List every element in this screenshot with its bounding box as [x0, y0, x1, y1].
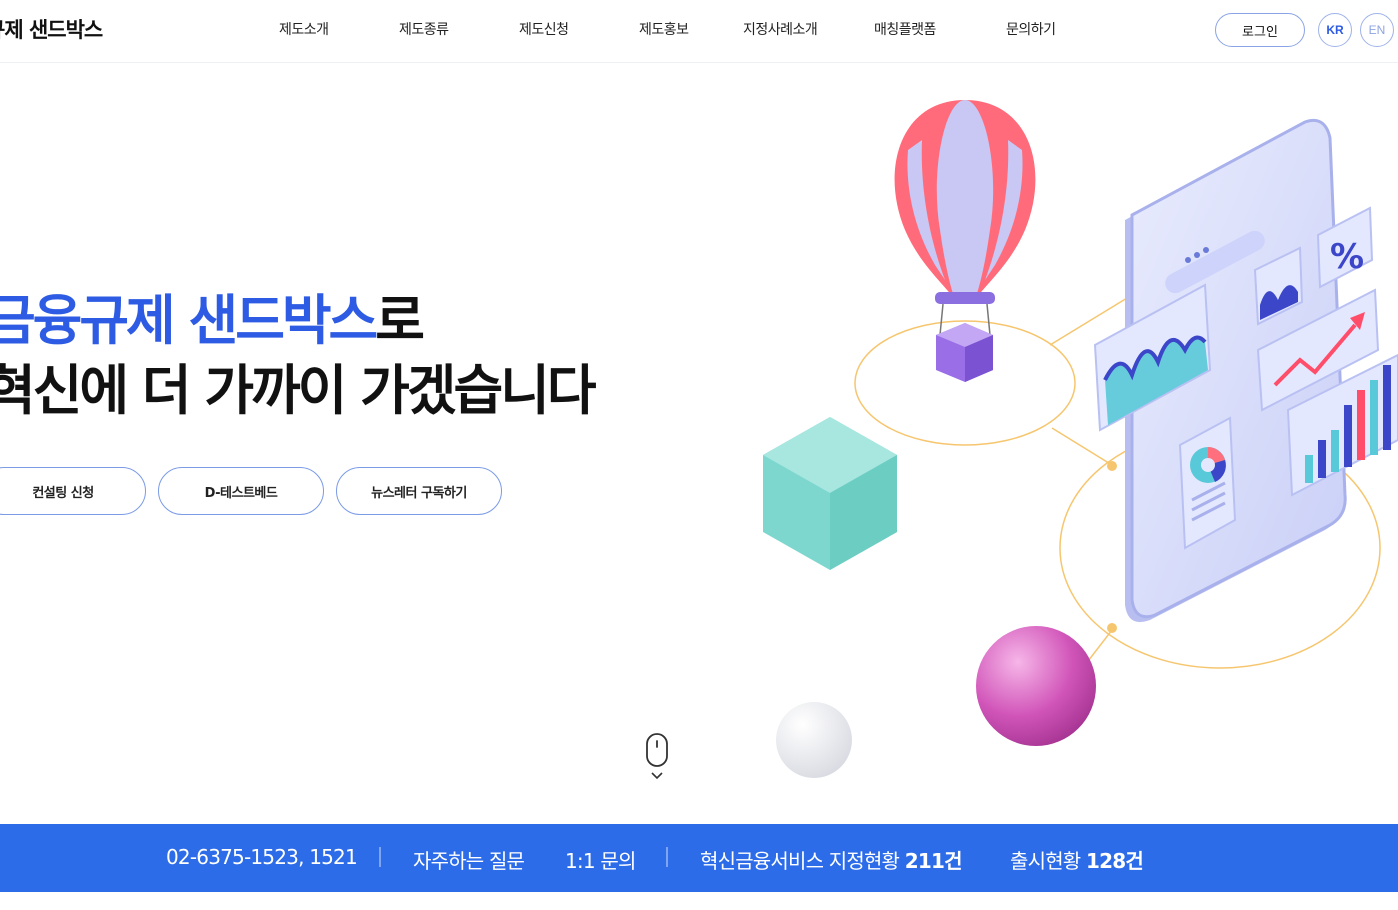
launch-status[interactable]: 출시현황 128건 [1010, 845, 1144, 874]
inquiry-link[interactable]: 1:1 문의 [565, 845, 636, 874]
hero-title: 금융규제 샌드박스로 혁신에 더 가까이 가겠습니다 [0, 286, 597, 426]
hero-title-highlight: 금융규제 샌드박스 [0, 289, 378, 352]
hero-illustration: % [763, 100, 1398, 778]
designated-label: 혁신금융서비스 지정현황 [700, 849, 900, 873]
hot-air-balloon [894, 100, 1036, 382]
designated-count: 211건 [904, 849, 963, 873]
percent-icon: % [1330, 237, 1364, 277]
consulting-apply-button[interactable]: 컨설팅 신청 [0, 467, 146, 515]
white-sphere [776, 702, 852, 778]
nav-item-matching[interactable]: 매칭플랫폼 [874, 19, 936, 39]
scroll-down-icon[interactable] [645, 732, 669, 784]
site-logo[interactable]: 규제 샌드박스 [0, 14, 103, 44]
nav-item-types[interactable]: 제도종류 [399, 19, 449, 39]
info-bar: 02-6375-1523, 1521 자주하는 질문 1:1 문의 혁신금융서비… [0, 824, 1398, 892]
nav-item-intro[interactable]: 제도소개 [279, 19, 329, 39]
lang-kr-button[interactable]: KR [1318, 13, 1352, 47]
d-testbed-button[interactable]: D-테스트베드 [158, 467, 324, 515]
hero-title-suffix: 로 [375, 289, 425, 352]
nav-item-cases[interactable]: 지정사례소개 [743, 19, 818, 39]
pink-sphere [976, 626, 1096, 746]
nav-item-apply[interactable]: 제도신청 [519, 19, 569, 39]
teal-cube [763, 417, 897, 570]
faq-link[interactable]: 자주하는 질문 [413, 845, 525, 874]
phone-number: 02-6375-1523, 1521 [166, 845, 358, 869]
hero-title-line2: 혁신에 더 가까이 가겠습니다 [0, 359, 597, 422]
newsletter-subscribe-button[interactable]: 뉴스레터 구독하기 [336, 467, 502, 515]
nav-item-contact[interactable]: 문의하기 [1006, 19, 1056, 39]
lang-en-button[interactable]: EN [1360, 13, 1394, 47]
bar-divider [379, 847, 381, 867]
designated-status[interactable]: 혁신금융서비스 지정현황 211건 [700, 845, 962, 874]
nav-item-promotion[interactable]: 제도홍보 [639, 19, 689, 39]
launch-count: 128건 [1085, 849, 1144, 873]
phone-graphic: % [1093, 118, 1398, 623]
login-button[interactable]: 로그인 [1215, 13, 1305, 47]
bar-divider [666, 847, 668, 867]
launch-label: 출시현황 [1010, 849, 1081, 873]
site-header: 규제 샌드박스 제도소개 제도종류 제도신청 제도홍보 지정사례소개 매칭플랫폼… [0, 0, 1398, 63]
hero-title-line1: 금융규제 샌드박스로 [0, 286, 594, 356]
